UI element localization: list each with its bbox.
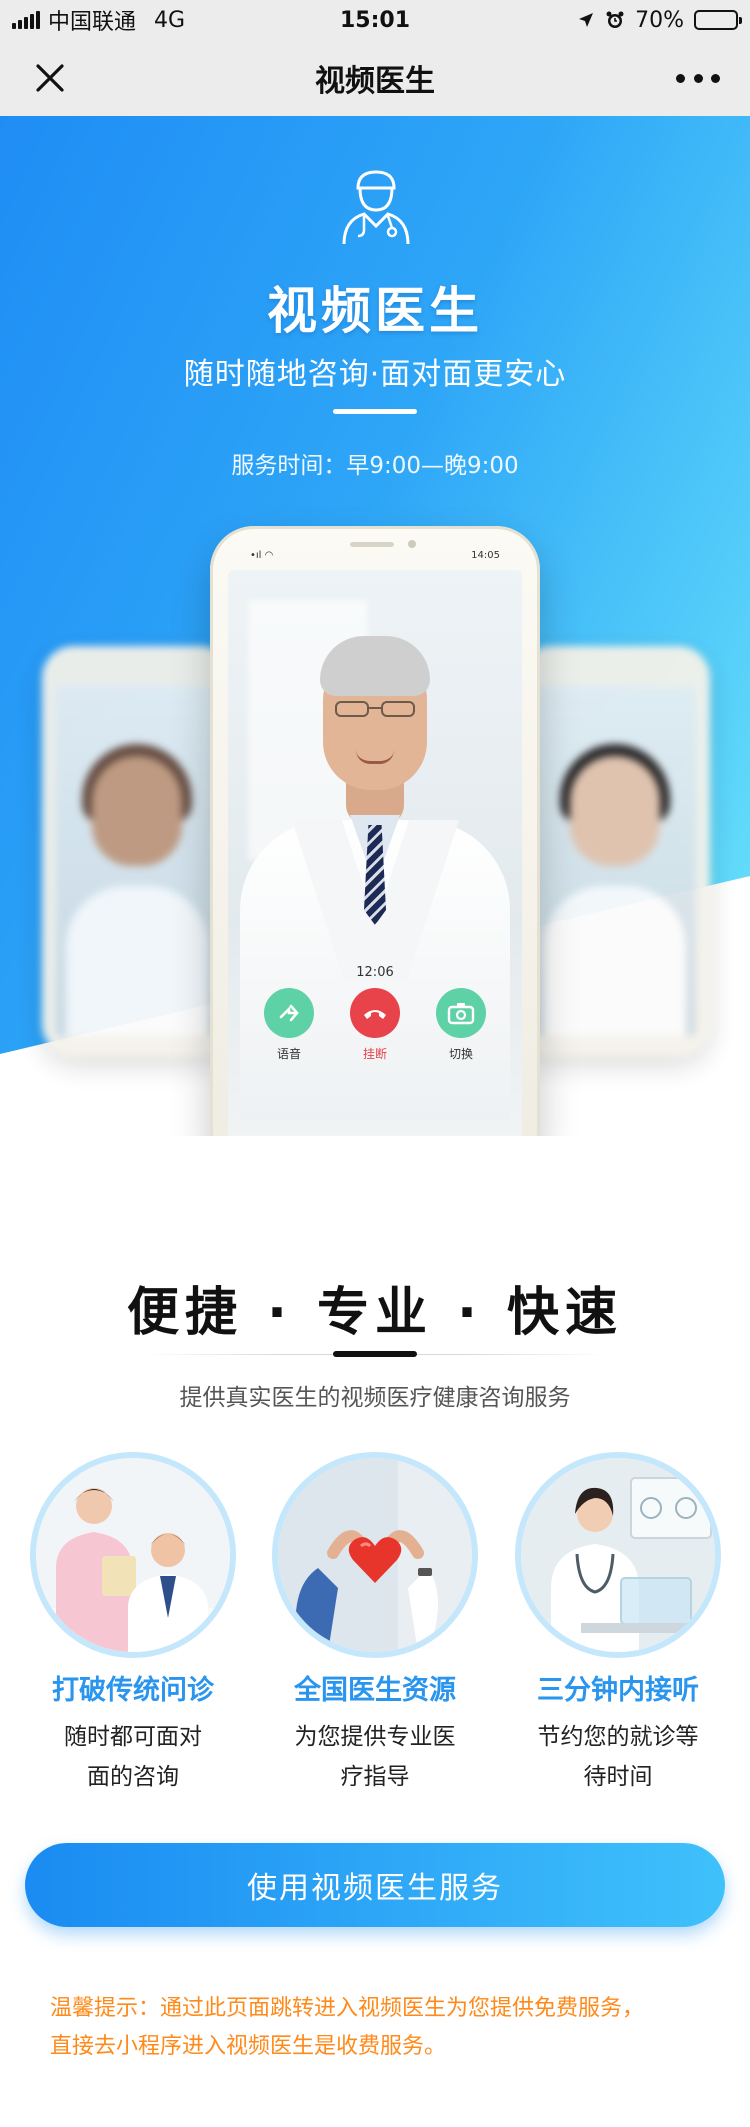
close-icon[interactable] <box>30 58 70 98</box>
feature-image-heart <box>272 1452 478 1658</box>
phone-camera <box>408 540 416 548</box>
phone-mockup: •ıl ◠ 14:05 12:06 语音 挂断 切换 <box>210 526 540 1136</box>
phone-status-bar: •ıl ◠ 14:05 <box>250 548 500 562</box>
nav-bar: 视频医生 <box>0 40 750 116</box>
hero-banner: 视频医生 随时随地咨询·面对面更安心 服务时间：早9:00—晚9:00 •ıl … <box>0 116 750 1136</box>
feature-desc: 随时都可面对 面的咨询 <box>28 1717 238 1797</box>
battery-icon <box>694 10 742 30</box>
features-title: 便捷 · 专业 · 快速 <box>127 1283 623 1343</box>
more-icon[interactable] <box>676 58 720 98</box>
carrier-label: 中国联通 <box>48 10 137 35</box>
switch-label: 切换 <box>448 1047 473 1061</box>
switch-camera-button[interactable] <box>436 988 486 1038</box>
alarm-icon <box>606 11 624 28</box>
hero-divider <box>333 409 417 414</box>
voice-button[interactable] <box>264 988 314 1038</box>
feature-desc-line1: 随时都可面对 <box>64 1724 202 1750</box>
hangup-button[interactable] <box>350 988 400 1038</box>
hangup-label: 挂断 <box>362 1047 387 1061</box>
page: 中国联通 4G 15:01 70% 视频医生 视频医生 随时随地咨询·面对面更安… <box>0 0 750 2127</box>
feature-desc: 为您提供专业医 疗指导 <box>270 1717 480 1797</box>
hero-subtitle: 随时随地咨询·面对面更安心 <box>183 357 567 392</box>
feature-item: 打破传统问诊 随时都可面对 面的咨询 <box>28 1452 238 1797</box>
signal-icon <box>12 11 40 29</box>
notice-text: 温馨提示：通过此页面跳转进入视频医生为您提供免费服务， 直接去小程序进入视频医生… <box>50 1990 710 2066</box>
notice-line1: 温馨提示：通过此页面跳转进入视频医生为您提供免费服务， <box>50 1996 645 2021</box>
heart-hands-illustration <box>278 1458 472 1652</box>
video-call-screen: 12:06 语音 挂断 切换 <box>228 570 522 1136</box>
notice-line2: 直接去小程序进入视频医生是收费服务。 <box>50 2034 447 2059</box>
page-title: 视频医生 <box>315 64 435 99</box>
features-subtitle: 提供真实医生的视频医疗健康咨询服务 <box>179 1385 571 1411</box>
network-label: 4G <box>154 7 186 33</box>
nurse-doctor-illustration <box>36 1458 230 1652</box>
use-video-doctor-button[interactable]: 使用视频医生服务 <box>25 1843 725 1927</box>
feature-desc-line1: 为您提供专业医 <box>294 1724 456 1750</box>
phone-speaker <box>350 542 394 547</box>
location-icon <box>579 13 594 27</box>
feature-image-screen <box>515 1452 721 1658</box>
feature-desc-line2: 疗指导 <box>340 1764 410 1790</box>
hero-title: 视频医生 <box>267 282 483 340</box>
status-left: 中国联通 4G <box>12 4 312 36</box>
feature-title: 三分钟内接听 <box>537 1675 699 1706</box>
phone-status-time: 14:05 <box>471 549 500 561</box>
doctor-hair <box>320 636 430 696</box>
status-right: 70% <box>438 7 742 33</box>
feature-desc-line2: 待时间 <box>583 1764 653 1790</box>
battery-percent: 70% <box>635 7 684 33</box>
feature-desc-line2: 面的咨询 <box>87 1764 179 1790</box>
doctor-icon <box>342 170 410 245</box>
camera-switch-icon <box>447 1003 475 1025</box>
feature-image-consult <box>30 1452 236 1658</box>
feature-item: 三分钟内接听 节约您的就诊等 待时间 <box>513 1452 723 1797</box>
speaker-icon <box>279 1004 299 1022</box>
blurred-phone-right <box>520 646 710 1056</box>
glasses-icon <box>335 701 415 717</box>
status-time: 15:01 <box>339 7 411 33</box>
status-bar: 中国联通 4G 15:01 70% <box>0 0 750 40</box>
phone-hangup-icon <box>364 1010 386 1019</box>
doctor-screen-illustration <box>521 1458 715 1652</box>
call-duration: 12:06 <box>356 965 394 980</box>
feature-desc-line1: 节约您的就诊等 <box>537 1724 699 1750</box>
feature-title: 打破传统问诊 <box>52 1675 214 1706</box>
voice-label: 语音 <box>276 1047 301 1061</box>
service-hours: 服务时间：早9:00—晚9:00 <box>231 453 519 479</box>
features-underline <box>333 1351 417 1357</box>
blurred-phone-left <box>42 646 232 1056</box>
feature-desc: 节约您的就诊等 待时间 <box>513 1717 723 1797</box>
feature-item: 全国医生资源 为您提供专业医 疗指导 <box>270 1452 480 1797</box>
phone-signal-icon: •ıl ◠ <box>250 549 274 561</box>
feature-title: 全国医生资源 <box>294 1675 456 1706</box>
